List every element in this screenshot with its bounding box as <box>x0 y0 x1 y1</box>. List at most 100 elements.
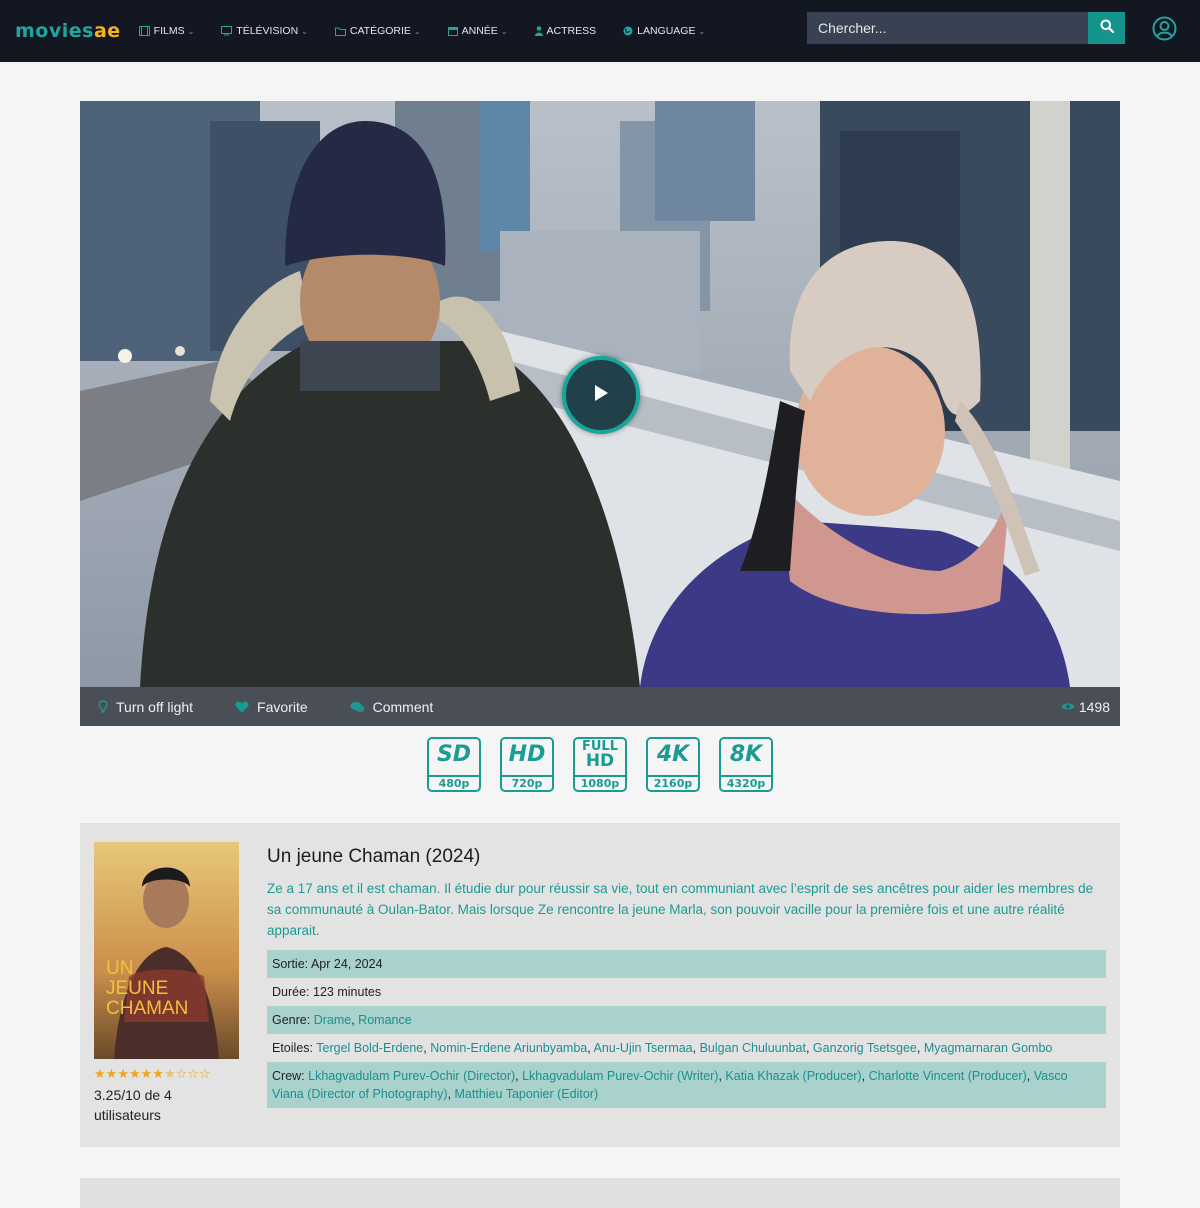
quality-8k-label: 8K <box>729 742 763 767</box>
chevron-down-icon: ⌄ <box>187 26 195 36</box>
cast-list: Tergel Bold-Erdene, Nomin-Erdene Ariunby… <box>316 1041 1053 1055</box>
view-count: 1498 <box>1061 699 1110 715</box>
quality-sd-button[interactable]: SD 480p <box>427 737 481 792</box>
comment-button[interactable]: Comment <box>350 699 433 715</box>
chevron-down-icon: ⌄ <box>301 26 308 36</box>
chevron-down-icon: ⌄ <box>413 26 421 36</box>
search-button[interactable] <box>1088 12 1125 44</box>
folder-icon <box>334 27 346 36</box>
star-icon[interactable]: ★ <box>164 1067 176 1080</box>
rating-stars[interactable]: ★ ★ ★ ★ ★ ★ ★ ☆ ☆ ☆ <box>94 1067 211 1080</box>
rating-text: 3.25/10 de 4 utilisateurs <box>94 1087 172 1123</box>
release-row: Sortie: Apr 24, 2024 <box>267 950 1106 978</box>
quality-4k-button[interactable]: 4K 2160p <box>646 737 700 792</box>
chevron-down-icon: ⌄ <box>698 26 706 36</box>
nav-categorie-label: CATÉGORIE <box>349 25 411 37</box>
star-icon[interactable]: ☆ <box>187 1067 199 1080</box>
star-icon[interactable]: ★ <box>152 1067 164 1080</box>
search-form <box>807 12 1125 44</box>
genre-row: Genre: Drame, Romance <box>267 1006 1106 1034</box>
crew-link[interactable]: Lkhagvadulam Purev-Ochir (Writer) <box>522 1069 718 1083</box>
crew-link[interactable]: Charlotte Vincent (Producer) <box>869 1069 1027 1083</box>
calendar-icon <box>447 26 458 36</box>
star-icon[interactable]: ★ <box>94 1067 106 1080</box>
quality-hd-resolution: 720p <box>502 775 552 790</box>
quality-fullhd-label: FULL HD <box>581 739 618 772</box>
nav-actress[interactable]: ACTRESS <box>534 25 597 37</box>
poster-title-line1: UN <box>106 958 133 979</box>
comments-icon <box>350 701 365 713</box>
cast-link[interactable]: Anu-Ujin Tsermaa <box>594 1041 693 1055</box>
crew-link[interactable]: Katia Khazak (Producer) <box>725 1069 861 1083</box>
nav-annee-label: ANNÉE <box>461 25 498 37</box>
movie-title: Un jeune Chaman (2024) <box>267 846 481 867</box>
quality-8k-resolution: 4320p <box>721 775 771 790</box>
player-action-bar: Turn off light Favorite Comment 1498 <box>80 687 1120 726</box>
nav-films[interactable]: FILMS ⌄ <box>138 25 195 37</box>
crew-label: Crew: <box>272 1069 305 1083</box>
quality-hd-label: HD <box>508 742 546 767</box>
star-icon[interactable]: ★ <box>106 1067 118 1080</box>
nav-language[interactable]: LANGUAGE ⌄ <box>623 25 705 37</box>
eye-icon <box>1061 702 1075 711</box>
quality-options: SD 480p HD 720p FULL HD 1080p 4K 2160p 8K… <box>427 737 792 792</box>
next-section-panel <box>80 1178 1120 1208</box>
top-navbar: moviesae FILMS ⌄ TÉLÉVISION ⌄ CATÉGORIE … <box>0 0 1200 62</box>
nav-television-label: TÉLÉVISION <box>236 25 299 37</box>
star-icon[interactable]: ★ <box>129 1067 141 1080</box>
poster-title-line3: CHAMAN <box>106 998 188 1019</box>
site-logo[interactable]: moviesae <box>15 20 121 42</box>
star-icon[interactable]: ☆ <box>176 1067 188 1080</box>
star-icon[interactable]: ★ <box>141 1067 153 1080</box>
quality-8k-button[interactable]: 8K 4320p <box>719 737 773 792</box>
main-nav: FILMS ⌄ TÉLÉVISION ⌄ CATÉGORIE ⌄ ANNÉE ⌄… <box>138 25 733 37</box>
cast-link[interactable]: Bulgan Chuluunbat <box>700 1041 806 1055</box>
cast-link[interactable]: Myagmarnaran Gombo <box>924 1041 1053 1055</box>
crew-row: Crew: Lkhagvadulam Purev-Ochir (Director… <box>267 1062 1106 1108</box>
nav-language-label: LANGUAGE <box>637 25 696 37</box>
turn-off-light-button[interactable]: Turn off light <box>98 699 193 715</box>
chevron-down-icon: ⌄ <box>500 26 508 36</box>
nav-categorie[interactable]: CATÉGORIE ⌄ <box>334 25 421 37</box>
duration-value: 123 minutes <box>313 985 382 999</box>
crew-link[interactable]: Matthieu Taponier (Editor) <box>455 1087 599 1101</box>
user-account-button[interactable] <box>1152 16 1177 41</box>
movie-description: Ze a 17 ans et il est chaman. Il étudie … <box>267 881 1094 938</box>
genre-link[interactable]: Romance <box>358 1013 412 1027</box>
cast-link[interactable]: Tergel Bold-Erdene <box>316 1041 423 1055</box>
globe-icon <box>623 26 633 36</box>
person-icon <box>534 26 543 36</box>
quality-sd-resolution: 480p <box>429 775 479 790</box>
crew-list: Lkhagvadulam Purev-Ochir (Director), Lkh… <box>272 1069 1068 1101</box>
quality-hd-button[interactable]: HD 720p <box>500 737 554 792</box>
cast-link[interactable]: Ganzorig Tsetsgee <box>813 1041 917 1055</box>
video-player[interactable] <box>80 101 1120 687</box>
search-icon <box>1100 19 1114 38</box>
tv-icon <box>221 26 233 36</box>
genre-label: Genre: <box>272 1013 311 1027</box>
search-input[interactable] <box>807 12 1088 44</box>
movie-details: Sortie: Apr 24, 2024 Durée: 123 minutes … <box>267 950 1106 1108</box>
nav-films-label: FILMS <box>153 25 185 37</box>
nav-annee[interactable]: ANNÉE ⌄ <box>447 25 508 37</box>
star-icon[interactable]: ☆ <box>199 1067 211 1080</box>
nav-actress-label: ACTRESS <box>546 25 597 37</box>
star-icon[interactable]: ★ <box>117 1067 129 1080</box>
lightbulb-icon <box>98 699 108 714</box>
cast-link[interactable]: Nomin-Erdene Ariunbyamba <box>430 1041 587 1055</box>
movie-info-panel: UN JEUNE CHAMAN ★ ★ ★ ★ ★ ★ ★ ☆ ☆ ☆ 3.25/10 de 4 … <box>80 823 1120 1147</box>
view-count-value: 1498 <box>1078 698 1110 715</box>
turn-off-light-label: Turn off light <box>116 698 194 715</box>
cast-label: Etoiles: <box>272 1041 313 1055</box>
genre-list: Drame, Romance <box>313 1013 412 1027</box>
movie-poster[interactable]: UN JEUNE CHAMAN <box>94 842 239 1059</box>
quality-fullhd-button[interactable]: FULL HD 1080p <box>573 737 627 792</box>
crew-link[interactable]: Lkhagvadulam Purev-Ochir (Director) <box>308 1069 515 1083</box>
favorite-button[interactable]: Favorite <box>235 699 308 715</box>
poster-title-line2: JEUNE <box>106 978 168 999</box>
release-value: Apr 24, 2024 <box>310 957 383 971</box>
quality-4k-resolution: 2160p <box>648 775 698 790</box>
nav-television[interactable]: TÉLÉVISION ⌄ <box>221 25 308 37</box>
genre-link[interactable]: Drame <box>314 1013 352 1027</box>
play-button[interactable] <box>562 356 640 434</box>
